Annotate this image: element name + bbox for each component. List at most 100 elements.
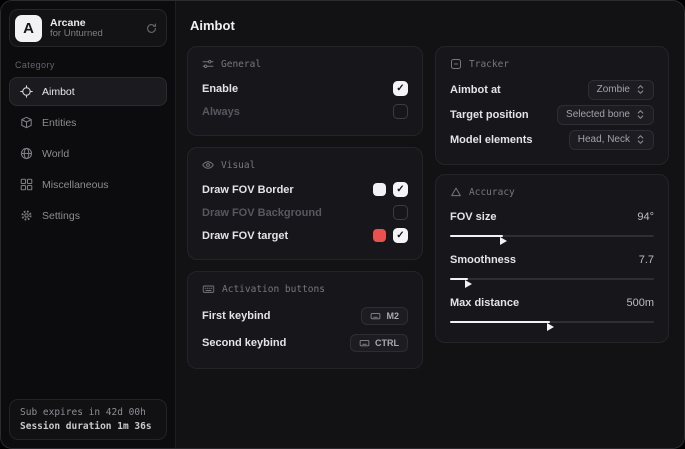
unfold-icon [636,84,645,95]
slider-thumb[interactable] [547,323,554,331]
fov-border-color-swatch[interactable] [373,183,386,196]
fov-size-slider[interactable] [450,230,654,242]
tracker-card: Tracker Aimbot at Zombie [435,46,669,165]
setting-row: First keybind M2 [202,302,408,329]
max-distance-slider-group: Max distance 500m [450,291,654,328]
slider-fill [450,235,503,237]
general-card-title: General [221,59,261,70]
slider-track [450,278,654,280]
model-elements-select[interactable]: Head, Neck [569,130,654,150]
setting-controls: ✓ [373,228,408,243]
fov-size-value: 94° [637,211,654,223]
activation-card: Activation buttons First keybind M2 [187,271,423,369]
setting-row: Draw FOV Border ✓ [202,178,408,201]
setting-row: Enable ✓ [202,77,408,100]
setting-label: Smoothness [450,254,516,266]
activation-card-header: Activation buttons [202,283,408,295]
settings-columns: General Enable ✓ Always ✓ [187,46,670,369]
sidebar-item-world[interactable]: World [9,139,167,168]
setting-label: Aimbot at [450,84,501,96]
setting-row: Always ✓ [202,100,408,123]
left-column: General Enable ✓ Always ✓ [187,46,423,369]
setting-label: Draw FOV target [202,230,288,242]
sidebar-item-miscellaneous[interactable]: Miscellaneous [9,170,167,199]
fov-border-checkbox[interactable]: ✓ [393,182,408,197]
logo-text: Arcane for Unturned [50,17,137,40]
keybind-value: M2 [386,311,399,321]
setting-row: FOV size 94° [450,205,654,228]
reload-icon[interactable] [145,22,158,35]
unfold-icon [636,134,645,145]
always-checkbox[interactable]: ✓ [393,104,408,119]
triangle-icon [450,186,462,198]
target-position-select[interactable]: Selected bone [557,105,654,125]
setting-label: First keybind [202,310,270,322]
general-card: General Enable ✓ Always ✓ [187,46,423,136]
page-title: Aimbot [190,18,670,33]
sidebar-item-aimbot[interactable]: Aimbot [9,77,167,106]
select-value: Selected bone [566,109,630,120]
setting-controls: ✓ [393,205,408,220]
setting-row: Aimbot at Zombie [450,77,654,102]
setting-label: Always [202,106,240,118]
enable-checkbox[interactable]: ✓ [393,81,408,96]
layout-icon [20,178,33,191]
activation-card-title: Activation buttons [222,284,325,295]
setting-label: Draw FOV Border [202,184,294,196]
scan-icon [450,58,462,70]
box-icon [20,116,33,129]
smoothness-slider[interactable] [450,273,654,285]
slider-thumb[interactable] [465,280,472,288]
setting-label: Second keybind [202,337,286,349]
max-distance-slider[interactable] [450,316,654,328]
general-card-header: General [202,58,408,70]
eye-icon [202,159,214,171]
session-duration-text: Session duration 1m 36s [20,421,156,432]
sidebar-item-settings[interactable]: Settings [9,201,167,230]
aimbot-at-select[interactable]: Zombie [588,80,654,100]
setting-label: Target position [450,109,529,121]
fov-target-color-swatch[interactable] [373,229,386,242]
tracker-card-header: Tracker [450,58,654,70]
select-value: Zombie [597,84,630,95]
slider-fill [450,321,550,323]
keyboard-icon [202,283,215,295]
crosshair-icon [20,85,33,98]
sub-expiry-text: Sub expires in 42d 00h [20,407,156,418]
setting-row: Smoothness 7.7 [450,248,654,271]
accuracy-card: Accuracy FOV size 94° [435,174,669,343]
sliders-icon [202,58,214,70]
setting-row: Model elements Head, Neck [450,127,654,152]
visual-card: Visual Draw FOV Border ✓ Draw FOV Backgr… [187,147,423,260]
second-keybind-button[interactable]: CTRL [350,334,408,352]
tracker-card-title: Tracker [469,59,509,70]
setting-label: FOV size [450,211,496,223]
category-label: Category [15,60,161,70]
sidebar-item-label: Miscellaneous [42,179,109,191]
keyboard-icon [370,311,381,321]
setting-row: Target position Selected bone [450,102,654,127]
visual-card-header: Visual [202,159,408,171]
slider-thumb[interactable] [500,237,507,245]
accuracy-card-header: Accuracy [450,186,654,198]
setting-row: Max distance 500m [450,291,654,314]
app-logo: A [15,15,42,42]
fov-target-checkbox[interactable]: ✓ [393,228,408,243]
sidebar-item-label: Aimbot [42,86,75,98]
keybind-value: CTRL [375,338,399,348]
sidebar-nav: Aimbot Entities World [9,77,167,230]
keyboard-icon [359,338,370,348]
app-window: A Arcane for Unturned Category Aimbot [0,0,685,449]
setting-label: Draw FOV Background [202,207,322,219]
app-title: Arcane [50,17,137,29]
smoothness-slider-group: Smoothness 7.7 [450,248,654,285]
fov-background-checkbox[interactable]: ✓ [393,205,408,220]
logo-card: A Arcane for Unturned [9,9,167,47]
setting-label: Model elements [450,134,533,146]
sidebar-item-label: Entities [42,117,76,129]
app-subtitle: for Unturned [50,29,137,40]
unfold-icon [636,109,645,120]
sidebar-item-entities[interactable]: Entities [9,108,167,137]
max-distance-value: 500m [626,297,654,309]
first-keybind-button[interactable]: M2 [361,307,408,325]
